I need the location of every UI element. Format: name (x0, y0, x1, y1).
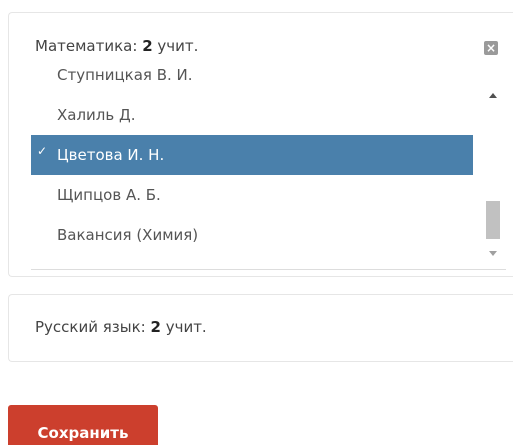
teacher-count: 2 (142, 37, 153, 55)
save-button[interactable]: Сохранить (8, 405, 158, 445)
scroll-thumb[interactable] (486, 201, 500, 239)
list-item-selected[interactable]: ✓ Цветова И. Н. (31, 135, 473, 175)
list-item[interactable]: Вакансия (Химия) (31, 215, 473, 255)
check-icon: ✓ (37, 144, 48, 158)
close-icon[interactable]: × (484, 41, 498, 55)
subject-panel-russian[interactable]: Русский язык: 2 учит. (8, 294, 513, 362)
teacher-list: Ступницкая В. И. Халиль Д. ✓ Цветова И. … (31, 69, 473, 255)
list-item[interactable]: Ступницкая В. И. (31, 69, 473, 95)
list-item-label: Щипцов А. Б. (57, 186, 161, 204)
scrollbar[interactable] (473, 69, 506, 269)
list-item-label: Ступницкая В. И. (57, 69, 193, 84)
subject-panel-math: Математика: 2 учит. × Ступницкая В. И. Х… (8, 12, 513, 277)
list-item-label: Халиль Д. (57, 106, 136, 124)
scroll-down-arrow-icon[interactable] (489, 251, 497, 256)
subject-label: Русский язык: (35, 318, 146, 336)
list-item[interactable]: Халиль Д. (31, 95, 473, 135)
subject-label: Математика: (35, 37, 138, 55)
count-unit: учит. (165, 318, 207, 336)
page: Математика: 2 учит. × Ступницкая В. И. Х… (0, 0, 513, 445)
panel-header-russian: Русский язык: 2 учит. (35, 318, 207, 336)
scroll-up-arrow-icon[interactable] (489, 93, 497, 98)
teacher-count: 2 (150, 318, 161, 336)
count-unit: учит. (157, 37, 199, 55)
list-item-label: Вакансия (Химия) (57, 226, 199, 244)
list-item-label: Цветова И. Н. (57, 146, 165, 164)
teacher-listbox[interactable]: Ступницкая В. И. Халиль Д. ✓ Цветова И. … (31, 69, 506, 270)
panel-header-math: Математика: 2 учит. (35, 37, 198, 55)
list-item[interactable]: Щипцов А. Б. (31, 175, 473, 215)
